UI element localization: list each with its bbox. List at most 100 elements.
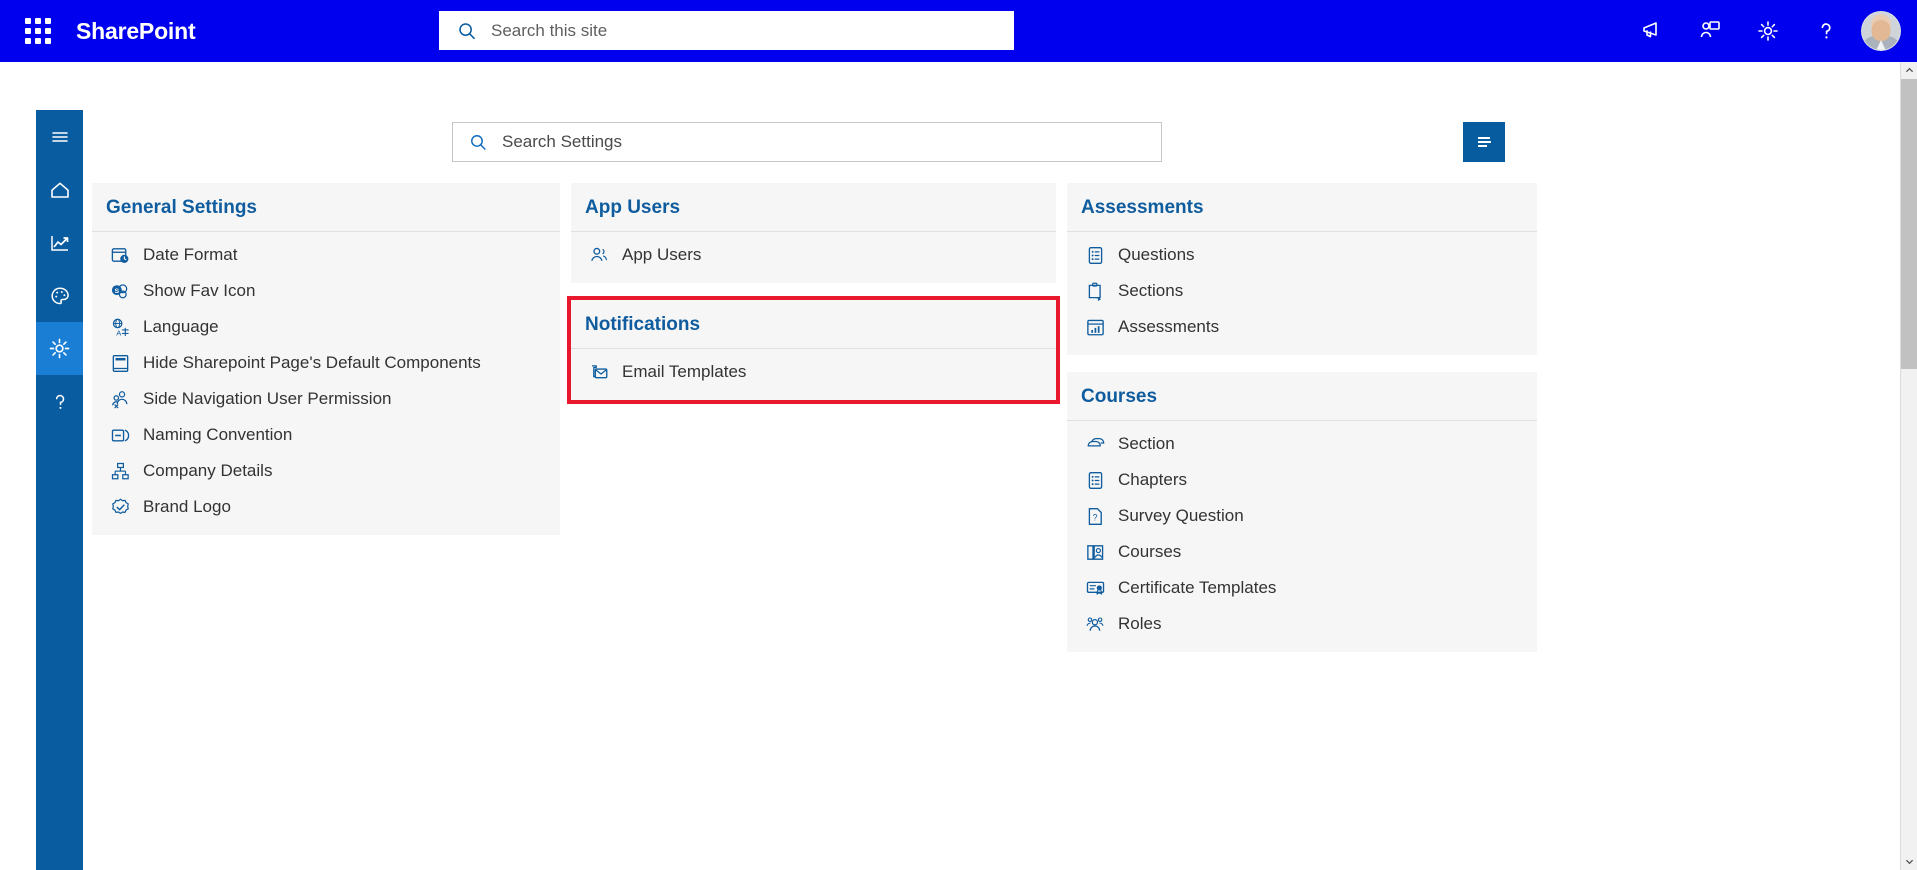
user-avatar[interactable] <box>1861 11 1901 51</box>
svg-text:S: S <box>114 288 119 295</box>
card-items-assessments: Questions Sections Assessments <box>1067 232 1537 355</box>
list-item-label: Naming Convention <box>143 425 293 444</box>
svg-text:?: ? <box>1092 512 1097 522</box>
card-app-users: App Users App Users <box>571 183 1056 283</box>
card-title-courses: Courses <box>1067 372 1537 421</box>
clipboard-arrow-icon <box>1084 280 1106 302</box>
card-general-settings: General Settings Date Format S Show Fav … <box>92 183 560 535</box>
sidebar-item-theme[interactable] <box>36 269 83 322</box>
people-icon <box>588 244 610 266</box>
roles-people-icon <box>1084 613 1106 635</box>
page-layout-icon <box>109 352 131 374</box>
list-item-side-navigation-user-permission[interactable]: Side Navigation User Permission <box>92 381 560 417</box>
list-item-naming-convention[interactable]: Naming Convention <box>92 417 560 453</box>
list-item-certificate-templates[interactable]: Certificate Templates <box>1067 570 1537 606</box>
list-item-brand-logo[interactable]: Brand Logo <box>92 489 560 525</box>
list-item-roles[interactable]: Roles <box>1067 606 1537 642</box>
list-item-company-details[interactable]: Company Details <box>92 453 560 489</box>
sharepoint-brand-link[interactable]: SharePoint <box>76 18 196 45</box>
settings-toolbar: Search Settings <box>83 62 1900 180</box>
site-search-placeholder: Search this site <box>491 20 608 40</box>
list-item-label: Survey Question <box>1118 506 1244 525</box>
card-title-assessments: Assessments <box>1067 183 1537 232</box>
calendar-clock-icon <box>109 244 131 266</box>
settings-gear-icon[interactable] <box>1739 0 1797 62</box>
settings-column-2: App Users App Users Notifications Email … <box>567 183 1060 652</box>
survey-question-icon: ? <box>1084 505 1106 527</box>
list-item-label: Courses <box>1118 542 1182 561</box>
layers-icon <box>1084 433 1106 455</box>
sidebar-item-menu[interactable] <box>36 110 83 163</box>
page-scrollbar[interactable] <box>1900 62 1917 870</box>
list-item-label: Hide Sharepoint Page's Default Component… <box>143 353 481 372</box>
card-title-notifications: Notifications <box>571 300 1056 349</box>
org-chart-icon <box>109 460 131 482</box>
list-item-label: Brand Logo <box>143 497 231 516</box>
list-item-label: Sections <box>1118 281 1184 300</box>
list-item-date-format[interactable]: Date Format <box>92 237 560 273</box>
search-icon <box>469 133 488 152</box>
announcements-icon[interactable] <box>1623 0 1681 62</box>
chevron-down-icon[interactable] <box>1901 853 1917 870</box>
card-items-courses: Section Chapters ? Survey Question Cours… <box>1067 421 1537 652</box>
list-item-label: Company Details <box>143 461 273 480</box>
list-item-sections[interactable]: Sections <box>1067 273 1537 309</box>
sidebar-item-settings[interactable] <box>36 322 83 375</box>
sharepoint-favicon-icon: S <box>109 280 131 302</box>
card-notifications: Notifications Email Templates <box>567 296 1060 404</box>
naming-convention-icon <box>109 424 131 446</box>
list-item-app-users[interactable]: App Users <box>571 237 1056 273</box>
list-item-questions[interactable]: Questions <box>1067 237 1537 273</box>
list-item-label: Certificate Templates <box>1118 578 1277 597</box>
card-title-app-users: App Users <box>571 183 1056 232</box>
card-assessments: Assessments Questions Sections Assessmen… <box>1067 183 1537 355</box>
list-item-label: Side Navigation User Permission <box>143 389 392 408</box>
certificate-icon <box>1084 577 1106 599</box>
home-icon <box>48 178 72 202</box>
list-item-label: Section <box>1118 434 1175 453</box>
suite-actions <box>1623 0 1917 62</box>
book-user-icon <box>1084 541 1106 563</box>
chevron-up-icon[interactable] <box>1901 62 1917 79</box>
help-icon[interactable] <box>1797 0 1855 62</box>
scrollbar-thumb[interactable] <box>1901 79 1917 369</box>
list-item-hide-default-components[interactable]: Hide Sharepoint Page's Default Component… <box>92 345 560 381</box>
email-template-icon <box>588 361 610 383</box>
hamburger-menu-icon <box>48 125 72 149</box>
svg-text:A: A <box>116 328 122 337</box>
sidebar-item-home[interactable] <box>36 163 83 216</box>
list-item-chapters[interactable]: Chapters <box>1067 462 1537 498</box>
list-item-label: Date Format <box>143 245 238 264</box>
app-launcher-icon[interactable] <box>8 18 68 44</box>
search-settings-input[interactable]: Search Settings <box>452 122 1162 162</box>
list-item-section[interactable]: Section <box>1067 426 1537 462</box>
list-item-assessments[interactable]: Assessments <box>1067 309 1537 345</box>
list-item-language[interactable]: A Language <box>92 309 560 345</box>
sidebar-item-analytics[interactable] <box>36 216 83 269</box>
user-permission-icon <box>109 388 131 410</box>
list-item-label: App Users <box>622 245 702 264</box>
list-item-email-templates[interactable]: Email Templates <box>571 354 1056 390</box>
list-item-label: Language <box>143 317 219 336</box>
chat-icon[interactable] <box>1681 0 1739 62</box>
card-courses: Courses Section Chapters ? Survey Questi… <box>1067 372 1537 652</box>
language-translate-icon: A <box>109 316 131 338</box>
help-question-icon <box>48 390 72 414</box>
card-items-notifications: Email Templates <box>571 349 1056 400</box>
card-title-general-settings: General Settings <box>92 183 560 232</box>
settings-column-3: Assessments Questions Sections Assessmen… <box>1067 183 1537 652</box>
assessment-board-icon <box>1084 316 1106 338</box>
filter-lines-icon[interactable] <box>1463 122 1505 162</box>
list-item-survey-question[interactable]: ? Survey Question <box>1067 498 1537 534</box>
question-list-icon <box>1084 244 1106 266</box>
list-item-label: Email Templates <box>622 362 747 381</box>
card-items-app-users: App Users <box>571 232 1056 283</box>
list-item-show-fav-icon[interactable]: S Show Fav Icon <box>92 273 560 309</box>
chapter-list-icon <box>1084 469 1106 491</box>
sidebar-item-help[interactable] <box>36 375 83 428</box>
list-item-courses[interactable]: Courses <box>1067 534 1537 570</box>
list-item-label: Assessments <box>1118 317 1220 336</box>
site-search-box[interactable]: Search this site <box>439 11 1014 50</box>
search-settings-placeholder: Search Settings <box>502 132 623 151</box>
settings-columns: General Settings Date Format S Show Fav … <box>92 183 1892 652</box>
